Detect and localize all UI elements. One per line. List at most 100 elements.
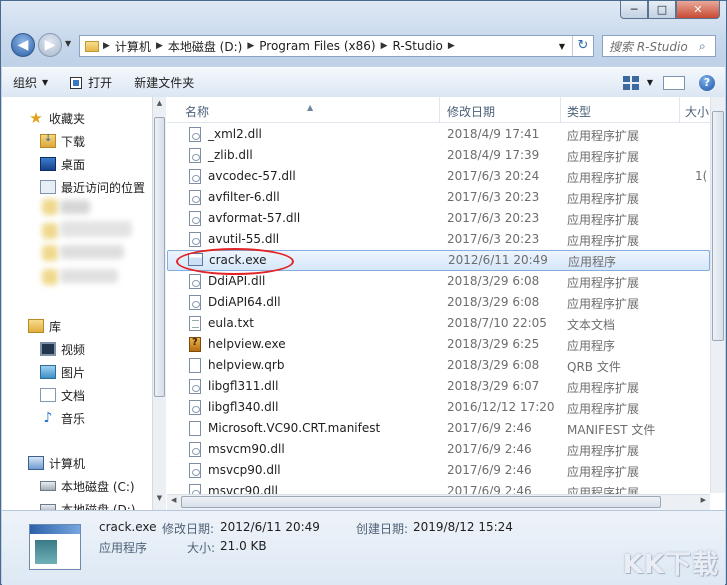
view-options-icon[interactable] <box>622 75 639 90</box>
recent-pages-dropdown[interactable]: ▼ <box>65 39 71 48</box>
column-divider[interactable] <box>679 97 680 122</box>
column-divider[interactable] <box>439 97 440 122</box>
details-created-label: 创建日期: <box>356 522 409 536</box>
back-button[interactable]: ◀ <box>11 33 35 57</box>
application-icon <box>29 524 81 570</box>
file-modified: 2017/6/3 20:24 <box>447 169 540 183</box>
nav-drive-d[interactable]: 本地磁盘 (D:) <box>40 498 135 510</box>
breadcrumb-r-studio[interactable]: R-Studio <box>388 39 448 53</box>
file-row[interactable]: DdiAPI64.dll 2018/3/29 6:08 应用程序扩展 <box>167 292 710 313</box>
file-row[interactable]: helpview.exe 2018/3/29 6:25 应用程序 <box>167 334 710 355</box>
file-row[interactable]: msvcm90.dll 2017/6/9 2:46 应用程序扩展 <box>167 439 710 460</box>
file-modified: 2017/6/9 2:46 <box>447 421 532 435</box>
file-name: helpview.qrb <box>208 358 285 372</box>
column-name[interactable]: 名称 <box>185 103 209 120</box>
scroll-left-icon[interactable]: ◀ <box>171 496 176 504</box>
column-divider[interactable] <box>560 97 561 122</box>
watermark: KK下载 <box>622 550 719 580</box>
file-row[interactable]: _xml2.dll 2018/4/9 17:41 应用程序扩展 <box>167 124 710 145</box>
refresh-icon[interactable]: ↻ <box>572 36 593 56</box>
scroll-up-icon[interactable]: ▲ <box>153 99 166 113</box>
file-name: avfilter-6.dll <box>208 190 280 204</box>
file-row[interactable]: avutil-55.dll 2017/6/3 20:23 应用程序扩展 <box>167 229 710 250</box>
file-row[interactable]: avformat-57.dll 2017/6/3 20:23 应用程序扩展 <box>167 208 710 229</box>
file-name: msvcm90.dll <box>208 442 285 456</box>
nav-documents[interactable]: 文档 <box>40 384 85 406</box>
nav-videos[interactable]: 视频 <box>40 338 85 360</box>
view-dropdown-icon[interactable]: ▼ <box>647 78 653 87</box>
breadcrumb-separator[interactable]: ▶ <box>448 41 455 51</box>
forward-button[interactable]: ▶ <box>38 33 62 57</box>
breadcrumb-program-files[interactable]: Program Files (x86) <box>254 39 380 53</box>
nav-favorites[interactable]: ★ 收藏夹 <box>28 107 85 129</box>
file-row[interactable]: crack.exe 2012/6/11 20:49 应用程序 <box>167 248 710 275</box>
file-row[interactable]: avfilter-6.dll 2017/6/3 20:23 应用程序扩展 <box>167 187 710 208</box>
scrollbar-thumb[interactable] <box>181 496 661 508</box>
address-dropdown-icon[interactable]: ▼ <box>554 42 570 51</box>
file-list-horizontal-scrollbar[interactable]: ◀ ▶ <box>167 494 710 510</box>
file-row[interactable]: _zlib.dll 2018/4/9 17:39 应用程序扩展 <box>167 145 710 166</box>
search-icon[interactable]: ⌕ <box>699 39 715 54</box>
details-size-label: 大小: <box>187 541 216 555</box>
open-button[interactable]: 打开 <box>59 74 123 91</box>
address-bar[interactable]: ▶ 计算机 ▶ 本地磁盘 (D:) ▶ Program Files (x86) … <box>79 35 594 57</box>
nav-downloads-label: 下载 <box>61 134 86 149</box>
nav-libraries[interactable]: 库 <box>28 315 61 337</box>
file-row[interactable]: Microsoft.VC90.CRT.manifest 2017/6/9 2:46… <box>167 418 710 439</box>
music-icon: ♪ <box>43 410 53 426</box>
close-button[interactable]: ✕ <box>676 1 720 19</box>
file-modified: 2012/6/11 20:49 <box>448 253 548 267</box>
search-box[interactable]: 搜索 R-Studio ⌕ <box>602 35 716 57</box>
column-modified[interactable]: 修改日期 <box>447 103 495 120</box>
organize-button[interactable]: 组织 ▼ <box>2 74 59 91</box>
nav-downloads[interactable]: 下载 <box>40 130 85 152</box>
breadcrumb-separator[interactable]: ▶ <box>247 41 254 51</box>
dll-icon <box>189 148 201 163</box>
nav-desktop[interactable]: 桌面 <box>40 153 85 175</box>
nav-pictures[interactable]: 图片 <box>40 361 85 383</box>
file-row[interactable]: libgfl340.dll 2016/12/12 17:20 应用程序扩展 <box>167 397 710 418</box>
minimize-button[interactable]: ─ <box>620 1 648 19</box>
nav-drive-c[interactable]: 本地磁盘 (C:) <box>40 475 135 497</box>
desktop-icon <box>40 157 56 171</box>
file-row[interactable]: libgfl311.dll 2018/3/29 6:07 应用程序扩展 <box>167 376 710 397</box>
new-folder-button[interactable]: 新建文件夹 <box>123 74 205 91</box>
nav-videos-label: 视频 <box>61 342 86 357</box>
nav-drive-c-label: 本地磁盘 (C:) <box>61 479 135 494</box>
nav-pane-scrollbar[interactable]: ▲ ▼ <box>152 97 166 510</box>
file-list-vertical-scrollbar[interactable] <box>710 97 725 493</box>
nav-recent[interactable]: 最近访问的位置 <box>40 176 145 198</box>
scrollbar-thumb[interactable] <box>154 117 165 397</box>
column-type[interactable]: 类型 <box>567 103 591 120</box>
scrollbar-thumb[interactable] <box>712 111 724 341</box>
nav-pictures-label: 图片 <box>61 365 86 380</box>
breadcrumb-computer[interactable]: 计算机 <box>110 38 156 55</box>
breadcrumb-separator[interactable]: ▶ <box>156 41 163 51</box>
help-icon[interactable]: ? <box>699 74 715 91</box>
file-row[interactable]: eula.txt 2018/7/10 22:05 文本文档 <box>167 313 710 334</box>
scroll-right-icon[interactable]: ▶ <box>701 496 706 504</box>
blurred-label <box>60 269 118 283</box>
details-filename: crack.exe <box>99 520 157 534</box>
nav-computer[interactable]: 计算机 <box>28 452 85 474</box>
file-row[interactable]: msvcp90.dll 2017/6/9 2:46 应用程序扩展 <box>167 460 710 481</box>
file-type: 文本文档 <box>567 318 616 332</box>
dll-icon <box>189 463 201 478</box>
file-row[interactable]: DdiAPI.dll 2018/3/29 6:08 应用程序扩展 <box>167 271 710 292</box>
organize-label: 组织 <box>13 76 38 90</box>
breadcrumb-separator[interactable]: ▶ <box>381 41 388 51</box>
scroll-down-icon[interactable]: ▼ <box>153 494 166 508</box>
nav-music[interactable]: ♪ 音乐 <box>40 407 85 429</box>
file-row[interactable]: avcodec-57.dll 2017/6/3 20:24 应用程序扩展 1( <box>167 166 710 187</box>
breadcrumb-separator[interactable]: ▶ <box>103 41 110 51</box>
column-size[interactable]: 大小 <box>685 103 709 120</box>
search-input[interactable]: 搜索 R-Studio <box>603 38 699 55</box>
preview-pane-icon[interactable] <box>663 75 685 90</box>
dll-icon <box>189 379 201 394</box>
file-row[interactable]: helpview.qrb 2018/3/29 6:08 QRB 文件 <box>167 355 710 376</box>
breadcrumb-drive-d[interactable]: 本地磁盘 (D:) <box>163 38 247 55</box>
file-type: MANIFEST 文件 <box>567 423 656 437</box>
file-modified: 2018/3/29 6:25 <box>447 337 540 351</box>
maximize-button[interactable]: □ <box>648 1 676 19</box>
dll-icon <box>189 169 201 184</box>
